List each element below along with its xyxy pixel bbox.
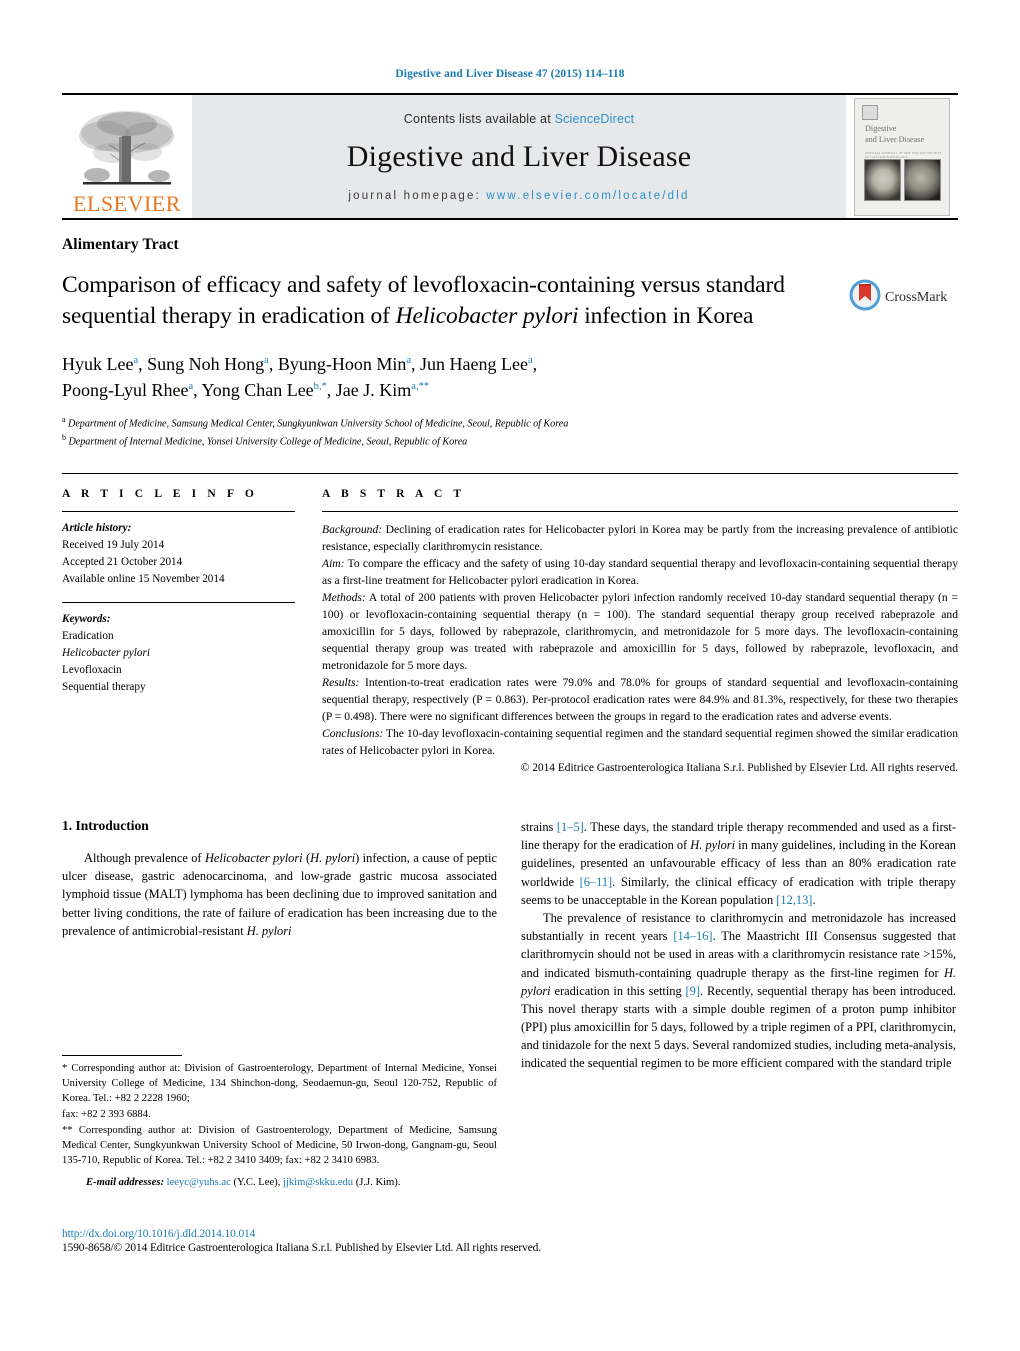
footnote-corresponding-2: ** Corresponding author at: Division of …	[62, 1125, 497, 1167]
abstract-background: Background: Declining of eradication rat…	[322, 522, 958, 553]
body-columns: 1. Introduction Although prevalence of H…	[62, 818, 958, 1072]
crossmark-badge[interactable]: CrossMark	[846, 278, 958, 312]
homepage-prefix: journal homepage:	[348, 189, 482, 202]
journal-homepage-line: journal homepage: www.elsevier.com/locat…	[348, 190, 689, 202]
abstract-column: A B S T R A C T Background: Declining of…	[317, 474, 958, 774]
abstract-heading: A B S T R A C T	[322, 487, 466, 500]
body-column-left: 1. Introduction Although prevalence of H…	[62, 818, 497, 1072]
page-footer: http://dx.doi.org/10.1016/j.dld.2014.10.…	[62, 1228, 762, 1254]
email-link-2[interactable]: jjkim@skku.edu	[283, 1177, 353, 1188]
cover-publisher-mark-icon	[862, 104, 878, 120]
title-part-2: infection in Korea	[578, 302, 754, 329]
email-link-1[interactable]: leeyc@yuhs.ac	[167, 1177, 231, 1188]
journal-masthead: ELSEVIER Contents lists available at Sci…	[62, 93, 958, 220]
footnote-corresponding-1-fax: fax: +82 2 393 6884.	[62, 1109, 151, 1121]
history-received: Received 19 July 2014	[62, 538, 165, 551]
abstract-conclusions: Conclusions: The 10-day levofloxacin-con…	[322, 727, 958, 758]
footnotes-block: * Corresponding author at: Division of G…	[62, 1055, 497, 1201]
keyword-item: Levofloxacin	[62, 663, 122, 676]
elsevier-tree-icon	[75, 106, 179, 192]
keyword-item: Helicobacter pylori	[62, 646, 150, 659]
divider	[322, 510, 958, 512]
body-column-right: strains [1–5]. These days, the standard …	[521, 818, 956, 1072]
page-title: Comparison of efficacy and safety of lev…	[62, 270, 802, 331]
introduction-heading: 1. Introduction	[62, 818, 149, 834]
elsevier-logo: ELSEVIER	[62, 95, 192, 218]
abstract-methods: Methods: A total of 200 patients with pr…	[322, 590, 958, 672]
doi-link[interactable]: http://dx.doi.org/10.1016/j.dld.2014.10.…	[62, 1228, 762, 1240]
title-species-italic: Helicobacter pylori	[395, 302, 579, 329]
footnote-corresponding-1: * Corresponding author at: Division of G…	[62, 1063, 497, 1105]
history-accepted: Accepted 21 October 2014	[62, 555, 183, 568]
introduction-paragraph-1: Although prevalence of Helicobacter pylo…	[62, 851, 497, 938]
issn-copyright-line: 1590-8658/© 2014 Editrice Gastroenterolo…	[62, 1242, 542, 1254]
abstract-aim: Aim: To compare the efficacy and the saf…	[322, 556, 958, 587]
email-owner-2: (J.J. Kim).	[355, 1177, 401, 1189]
svg-text:CrossMark: CrossMark	[885, 290, 947, 305]
cover-images	[864, 158, 941, 201]
contents-prefix: Contents lists available at	[403, 111, 551, 126]
abstract-copyright: © 2014 Editrice Gastroenterologica Itali…	[520, 762, 958, 775]
article-info-heading: A R T I C L E I N F O	[62, 487, 258, 500]
affiliation-a: a Department of Medicine, Samsung Medica…	[62, 415, 569, 430]
keyword-item: Eradication	[62, 629, 114, 642]
divider	[62, 510, 295, 512]
cover-title: Digestive and Liver Disease	[865, 123, 925, 144]
history-available: Available online 15 November 2014	[62, 572, 225, 585]
article-section-label: Alimentary Tract	[62, 236, 179, 253]
author-list: Hyuk Leea, Sung Noh Honga, Byung-Hoon Mi…	[62, 354, 538, 401]
contents-available-line: Contents lists available at ScienceDirec…	[404, 112, 635, 126]
elsevier-wordmark: ELSEVIER	[73, 191, 181, 216]
cover-ct-image-left	[864, 158, 901, 201]
article-head: Alimentary Tract Comparison of efficacy …	[62, 220, 958, 451]
email-label: E-mail addresses:	[86, 1177, 164, 1189]
footnote-emails: E-mail addresses: leeyc@yuhs.ac (Y.C. Le…	[62, 1175, 497, 1190]
crossmark-icon: CrossMark	[849, 279, 947, 311]
cover-ct-image-right	[904, 158, 941, 201]
homepage-url-link[interactable]: www.elsevier.com/locate/dld	[486, 190, 689, 202]
article-history: Article history: Received 19 July 2014 A…	[62, 520, 295, 588]
journal-title: Digestive and Liver Disease	[346, 139, 692, 173]
email-owner-1: (Y.C. Lee),	[233, 1177, 281, 1189]
journal-band: Contents lists available at ScienceDirec…	[192, 95, 846, 218]
introduction-paragraph-1-cont: strains [1–5]. These days, the standard …	[521, 820, 956, 907]
cover-subtitle: OFFICIAL JOURNAL OF THE ITALIAN SOCIETY …	[865, 150, 942, 159]
divider	[62, 601, 295, 603]
info-abstract-block: A R T I C L E I N F O Article history: R…	[62, 472, 958, 774]
sciencedirect-link[interactable]: ScienceDirect	[555, 112, 635, 126]
journal-cover-thumbnail: Digestive and Liver Disease OFFICIAL JOU…	[846, 95, 958, 218]
keyword-item: Sequential therapy	[62, 680, 146, 693]
introduction-paragraph-2: The prevalence of resistance to clarithr…	[521, 910, 956, 1071]
keywords-block: Keywords: Eradication Helicobacter pylor…	[62, 601, 295, 696]
affiliation-b: b Department of Internal Medicine, Yonse…	[62, 433, 468, 448]
abstract-results: Results: Intention-to-treat eradication …	[322, 675, 958, 724]
keywords-label: Keywords:	[62, 612, 111, 625]
history-label: Article history:	[62, 521, 132, 534]
footnote-divider	[62, 1055, 182, 1056]
paper-page: Digestive and Liver Disease 47 (2015) 11…	[0, 0, 1020, 1351]
article-info-column: A R T I C L E I N F O Article history: R…	[62, 474, 317, 774]
abstract-body: Background: Declining of eradication rat…	[322, 521, 958, 759]
affiliations: a Department of Medicine, Samsung Medica…	[62, 414, 958, 450]
running-head: Digestive and Liver Disease 47 (2015) 11…	[395, 68, 625, 80]
